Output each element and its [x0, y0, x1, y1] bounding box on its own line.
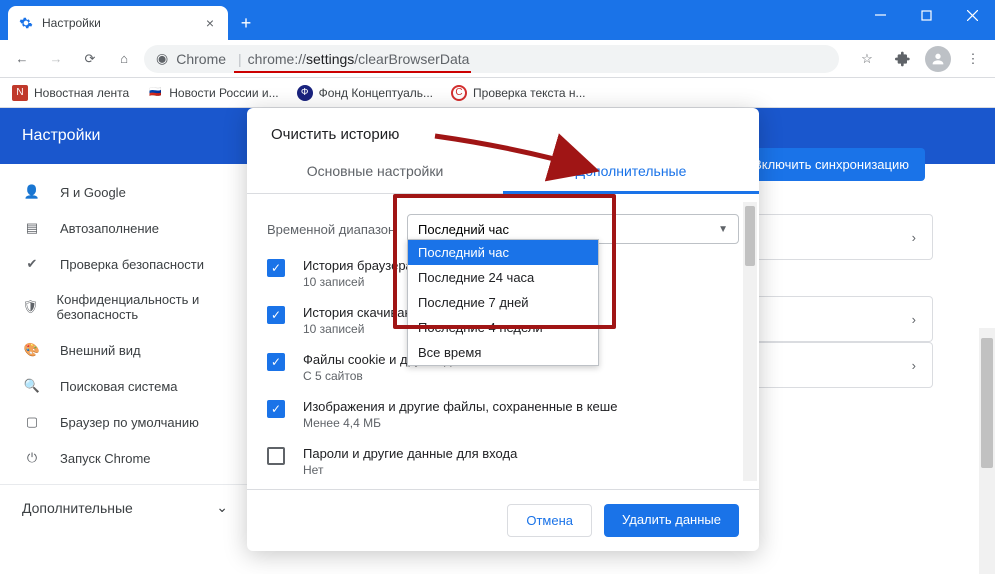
forward-button[interactable]: →	[42, 45, 70, 73]
checkbox[interactable]: ✓	[267, 306, 285, 324]
sidebar-item-startup[interactable]: ⏻Запуск Chrome	[0, 440, 250, 476]
gear-icon	[18, 15, 34, 31]
dialog-title: Очистить историю	[247, 108, 759, 149]
bookmark-item[interactable]: 🇷🇺Новости России и...	[147, 85, 278, 101]
scrollbar-thumb[interactable]	[981, 338, 993, 468]
chevron-right-icon: ›	[912, 312, 916, 327]
close-window-button[interactable]	[949, 0, 995, 30]
sidebar-item-appearance[interactable]: 🎨Внешний вид	[0, 332, 250, 368]
chevron-right-icon: ›	[912, 358, 916, 373]
sidebar-item-you-google[interactable]: 👤Я и Google	[0, 174, 250, 210]
clear-data-button[interactable]: Удалить данные	[604, 504, 739, 537]
time-range-label: Временной диапазон	[267, 222, 407, 237]
item-sub: 10 записей	[303, 275, 413, 289]
item-title: История браузера	[303, 258, 413, 273]
chevron-down-icon: ⌄	[216, 499, 228, 516]
back-button[interactable]: ←	[8, 45, 36, 73]
menu-icon[interactable]: ⋮	[959, 45, 987, 73]
modal-scrollbar[interactable]	[743, 202, 757, 481]
sidebar-item-privacy[interactable]: 🛡Конфиденциальность и безопасность	[0, 282, 250, 332]
sidebar-advanced-toggle[interactable]: Дополнительные⌄	[0, 484, 250, 530]
minimize-button[interactable]	[857, 0, 903, 30]
settings-row[interactable]: ›	[753, 214, 933, 260]
dropdown-option[interactable]: Последние 24 часа	[408, 265, 598, 290]
time-range-dropdown: Последний час Последние 24 часа Последни…	[407, 239, 599, 366]
new-tab-button[interactable]: +	[232, 9, 260, 37]
bookmark-item[interactable]: CПроверка текста н...	[451, 85, 586, 101]
shield-check-icon: ✔	[22, 256, 42, 272]
url-text: chrome://settings/clearBrowserData	[248, 51, 470, 67]
window-titlebar: Настройки × +	[0, 0, 995, 40]
bookmarks-bar: NНовостная лента 🇷🇺Новости России и... Ф…	[0, 78, 995, 108]
browser-tab[interactable]: Настройки ×	[8, 6, 228, 40]
chevron-right-icon: ›	[912, 230, 916, 245]
sidebar-item-default-browser[interactable]: ▢Браузер по умолчанию	[0, 404, 250, 440]
settings-row[interactable]: ›	[753, 342, 933, 388]
checkbox[interactable]: ✓	[267, 259, 285, 277]
address-bar[interactable]: ◉ Chrome | chrome://settings/clearBrowse…	[144, 45, 839, 73]
profile-avatar[interactable]	[925, 46, 951, 72]
dropdown-option[interactable]: Последние 4 недели	[408, 315, 598, 340]
dropdown-option[interactable]: Все время	[408, 340, 598, 365]
bookmark-item[interactable]: ФФонд Концептуаль...	[297, 85, 433, 101]
bookmark-star-icon[interactable]: ☆	[853, 45, 881, 73]
bookmark-favicon: N	[12, 85, 28, 101]
dropdown-option[interactable]: Последний час	[408, 240, 598, 265]
checkbox[interactable]: ✓	[267, 447, 285, 465]
checkbox[interactable]: ✓	[267, 353, 285, 371]
close-tab-icon[interactable]: ×	[202, 15, 218, 31]
bookmark-favicon: 🇷🇺	[147, 85, 163, 101]
search-icon: 🔍	[22, 378, 42, 394]
browser-toolbar: ← → ⟳ ⌂ ◉ Chrome | chrome://settings/cle…	[0, 40, 995, 78]
annotation-underline	[234, 71, 471, 73]
item-sub: Нет	[303, 463, 517, 477]
reload-button[interactable]: ⟳	[76, 45, 104, 73]
bookmark-favicon: C	[451, 85, 467, 101]
clear-history-dialog: Очистить историю Основные настройки Допо…	[247, 108, 759, 551]
chevron-down-icon: ▼	[718, 224, 728, 235]
page-title: Настройки	[22, 127, 100, 145]
bookmark-item[interactable]: NНовостная лента	[12, 85, 129, 101]
item-title: Пароли и другие данные для входа	[303, 446, 517, 461]
extensions-icon[interactable]	[889, 45, 917, 73]
item-sub: Менее 4,4 МБ	[303, 416, 617, 430]
tab-basic[interactable]: Основные настройки	[247, 149, 503, 193]
window-icon: ▢	[22, 414, 42, 430]
site-info-icon[interactable]: ◉	[156, 50, 168, 67]
enable-sync-button[interactable]: Включить синхронизацию	[737, 148, 925, 181]
checkbox[interactable]: ✓	[267, 400, 285, 418]
select-value: Последний час	[418, 222, 509, 237]
power-icon: ⏻	[22, 450, 42, 466]
bookmark-favicon: Ф	[297, 85, 313, 101]
tab-advanced[interactable]: Дополнительные	[503, 149, 759, 193]
settings-sidebar: 👤Я и Google ▤Автозаполнение ✔Проверка бе…	[0, 164, 250, 574]
dropdown-option[interactable]: Последние 7 дней	[408, 290, 598, 315]
autofill-icon: ▤	[22, 220, 42, 236]
scrollbar-thumb[interactable]	[745, 206, 755, 266]
maximize-button[interactable]	[903, 0, 949, 30]
shield-icon: 🛡	[22, 299, 39, 315]
sidebar-item-autofill[interactable]: ▤Автозаполнение	[0, 210, 250, 246]
sidebar-item-search[interactable]: 🔍Поисковая система	[0, 368, 250, 404]
item-title: Изображения и другие файлы, сохраненные …	[303, 399, 617, 414]
palette-icon: 🎨	[22, 342, 42, 358]
person-icon: 👤	[22, 184, 42, 200]
tab-title: Настройки	[42, 16, 101, 30]
home-button[interactable]: ⌂	[110, 45, 138, 73]
url-scheme-label: Chrome	[176, 51, 226, 67]
scrollbar[interactable]	[979, 328, 995, 574]
cancel-button[interactable]: Отмена	[507, 504, 592, 537]
sidebar-item-safety-check[interactable]: ✔Проверка безопасности	[0, 246, 250, 282]
item-sub: С 5 сайтов	[303, 369, 534, 383]
settings-row[interactable]: ›	[753, 296, 933, 342]
